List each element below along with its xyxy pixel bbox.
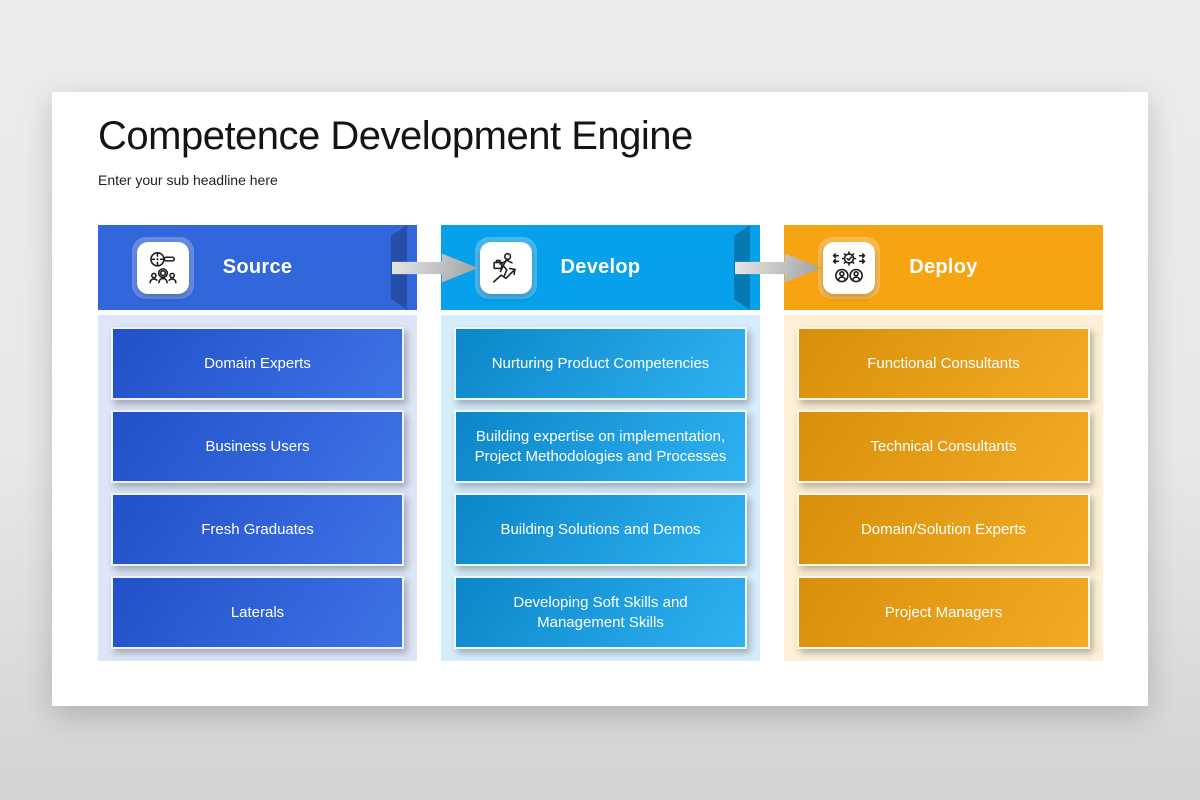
stage-header-deploy[interactable]: Deploy	[784, 225, 1103, 310]
list-item-label: Domain/Solution Experts	[861, 520, 1026, 540]
list-item-label: Domain Experts	[204, 354, 311, 374]
list-item[interactable]: Building Solutions and Demos	[454, 493, 747, 566]
column-source: Source Domain Experts Business Users Fre…	[98, 92, 417, 706]
list-item-label: Developing Soft Skills and Management Sk…	[472, 593, 729, 633]
list-item-label: Building expertise on implementation, Pr…	[472, 427, 729, 467]
list-item[interactable]: Developing Soft Skills and Management Sk…	[454, 576, 747, 649]
slide-card: Competence Development Engine Enter your…	[52, 92, 1148, 706]
stage-header-label: Source	[98, 256, 417, 279]
list-item[interactable]: Project Managers	[797, 576, 1090, 649]
list-item[interactable]: Laterals	[111, 576, 404, 649]
list-item-label: Functional Consultants	[867, 354, 1020, 374]
list-item[interactable]: Domain Experts	[111, 327, 404, 400]
stage-header-source[interactable]: Source	[98, 225, 417, 310]
page-background: Competence Development Engine Enter your…	[0, 0, 1200, 800]
list-item[interactable]: Fresh Graduates	[111, 493, 404, 566]
list-item[interactable]: Functional Consultants	[797, 327, 1090, 400]
list-item-label: Nurturing Product Competencies	[492, 354, 710, 374]
stage-header-label: Deploy	[784, 256, 1103, 279]
column-develop: Develop Nurturing Product Competencies B…	[441, 92, 760, 706]
list-item-label: Laterals	[231, 603, 284, 623]
list-item-label: Fresh Graduates	[201, 520, 314, 540]
stage-header-develop[interactable]: Develop	[441, 225, 760, 310]
list-item[interactable]: Business Users	[111, 410, 404, 483]
stage-panel-develop: Nurturing Product Competencies Building …	[441, 315, 760, 661]
column-deploy: Deploy Functional Consultants Technical …	[784, 92, 1103, 706]
list-item[interactable]: Nurturing Product Competencies	[454, 327, 747, 400]
list-item-label: Business Users	[205, 437, 309, 457]
stage-header-label: Develop	[441, 256, 760, 279]
list-item-label: Technical Consultants	[871, 437, 1017, 457]
list-item-label: Building Solutions and Demos	[500, 520, 700, 540]
stage-panel-source: Domain Experts Business Users Fresh Grad…	[98, 315, 417, 661]
list-item[interactable]: Technical Consultants	[797, 410, 1090, 483]
list-item[interactable]: Domain/Solution Experts	[797, 493, 1090, 566]
stage-panel-deploy: Functional Consultants Technical Consult…	[784, 315, 1103, 661]
list-item[interactable]: Building expertise on implementation, Pr…	[454, 410, 747, 483]
list-item-label: Project Managers	[885, 603, 1003, 623]
